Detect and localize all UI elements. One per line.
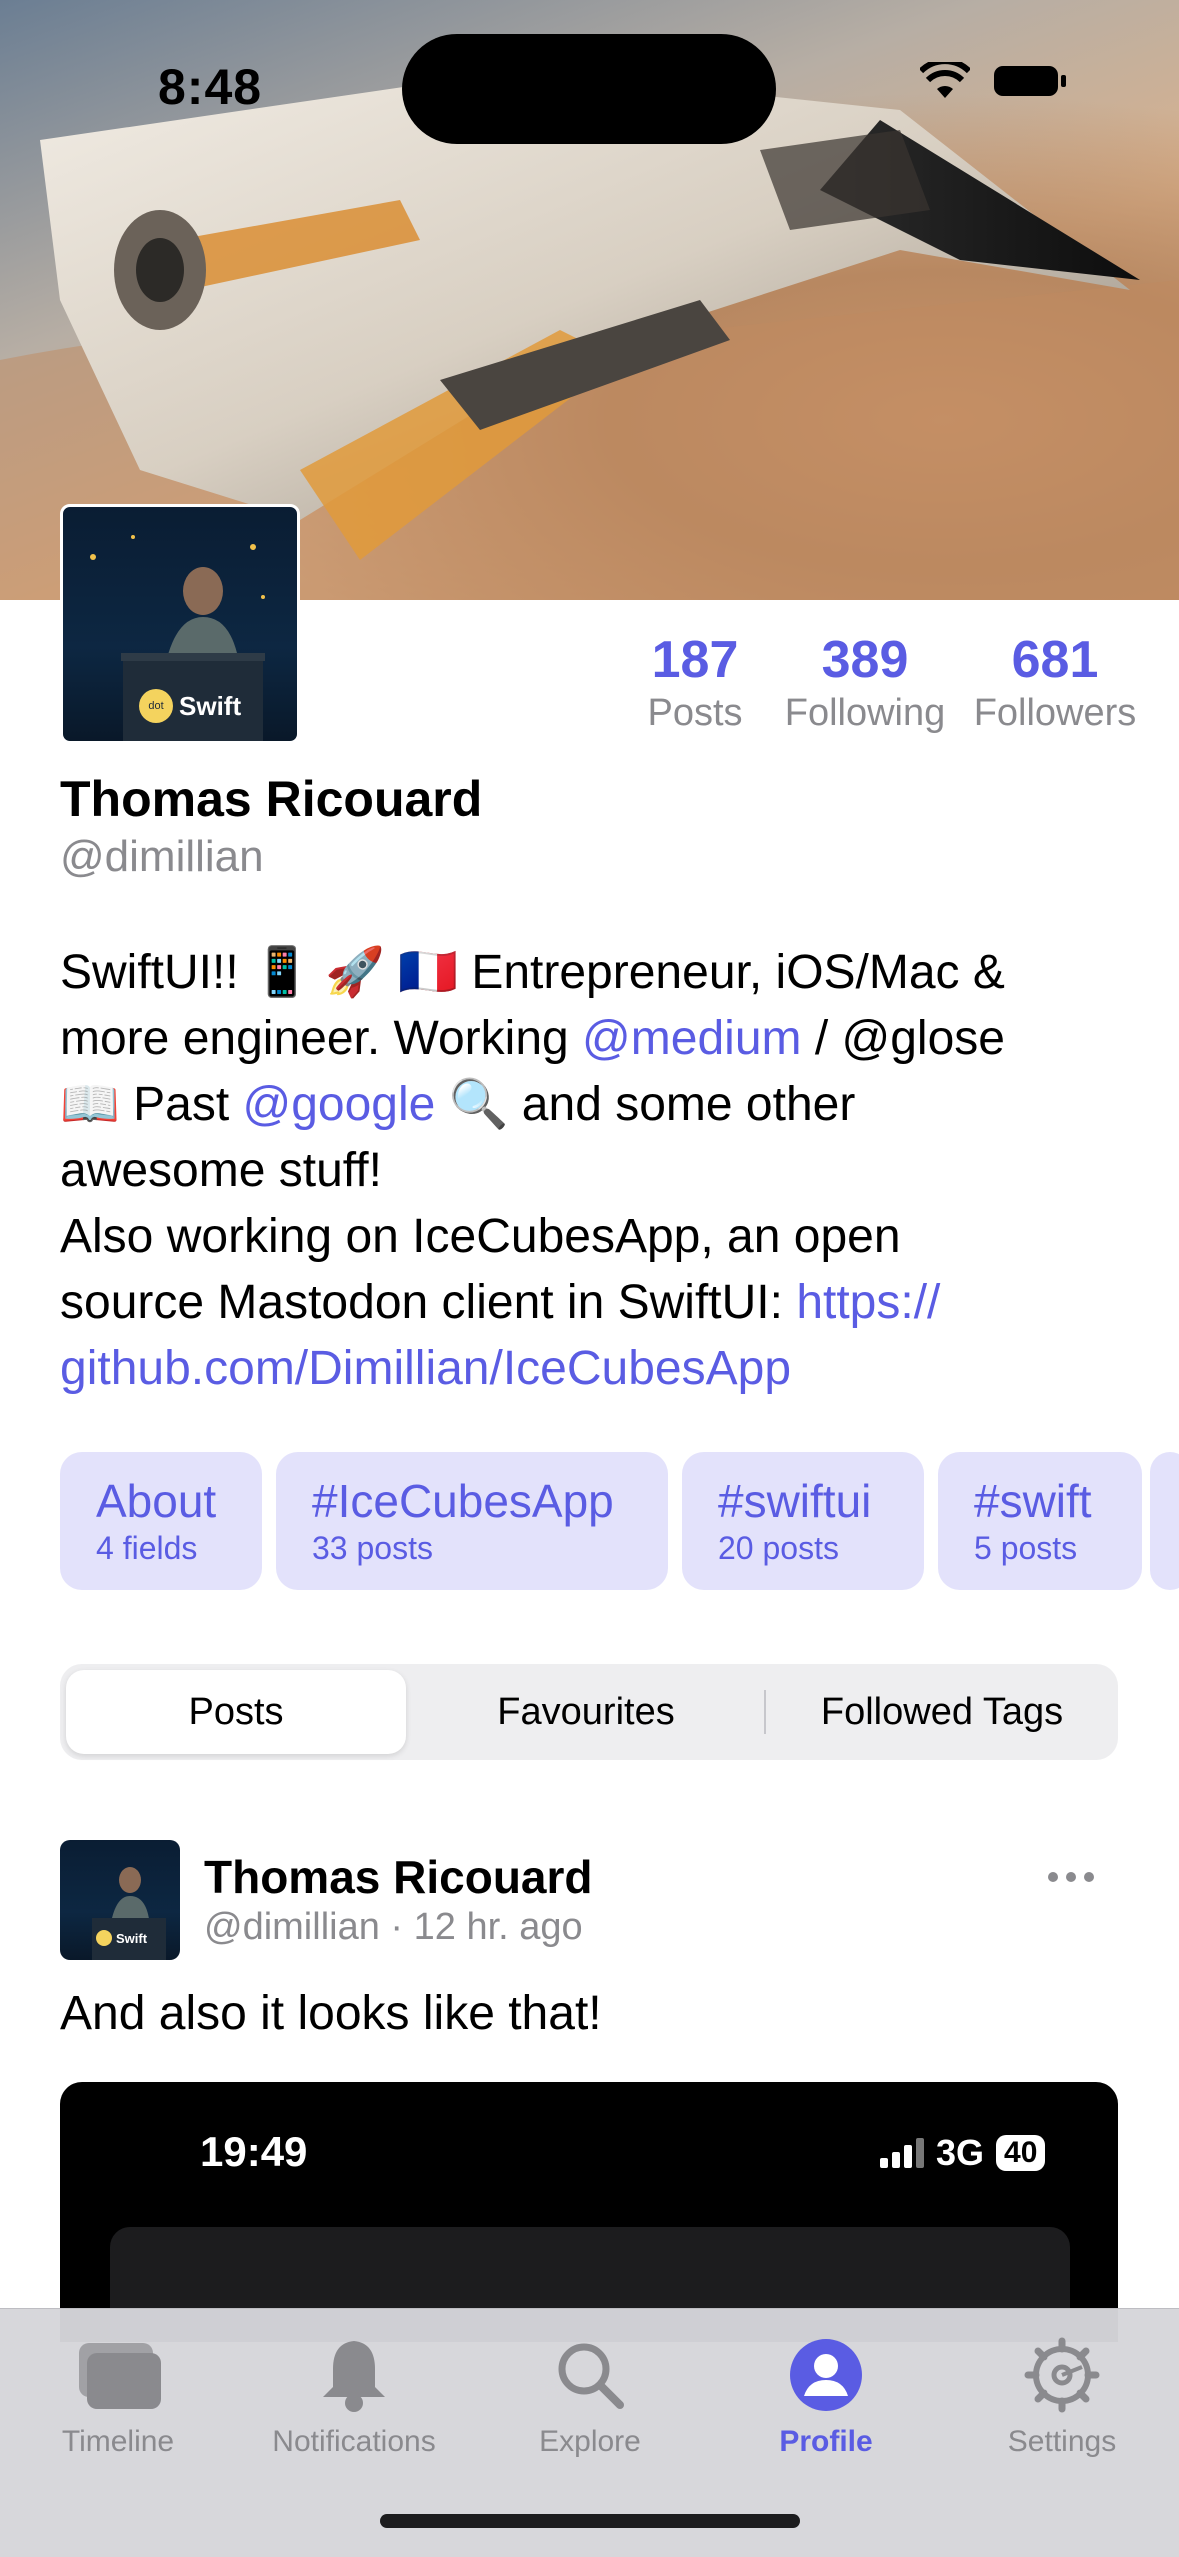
- media-battery: 40: [996, 2135, 1046, 2171]
- stat-following[interactable]: 389 Following: [770, 630, 960, 736]
- display-name: Thomas Ricouard: [60, 771, 483, 827]
- post-author-name[interactable]: Thomas Ricouard: [204, 1850, 593, 1904]
- profile-tabs-segmented-control: Posts Favourites Followed Tags: [60, 1664, 1118, 1760]
- home-indicator[interactable]: [380, 2514, 800, 2528]
- swift-caption: Swift: [179, 690, 242, 721]
- media-status-icons: 3G 40: [880, 2132, 1046, 2174]
- profile-avatar[interactable]: dot Swift: [60, 504, 300, 744]
- bio-line-2: more engineer. Working @medium / @glose: [60, 1006, 1120, 1072]
- chip-about[interactable]: About 4 fields: [60, 1452, 262, 1590]
- tab-label: Timeline: [61, 2425, 175, 2458]
- chip-title: #IceCubesApp: [312, 1475, 614, 1527]
- cellular-signal-icon: [880, 2138, 924, 2168]
- stat-posts-value: 187: [651, 631, 739, 689]
- search-icon: [558, 2343, 624, 2409]
- stat-posts[interactable]: 187 Posts: [620, 630, 770, 736]
- tab-settings[interactable]: Settings: [944, 2331, 1179, 2459]
- tab-label: Settings: [1007, 2425, 1117, 2458]
- bio-line-3: 📖 Past @google 🔍 and some other: [60, 1072, 1120, 1138]
- bio-line-1: SwiftUI!! 📱 🚀 🇫🇷 Entrepreneur, iOS/Mac &: [60, 946, 1005, 999]
- tab-label: Profile: [779, 2425, 873, 2458]
- bio-line-5: Also working on IceCubesApp, an open: [60, 1210, 901, 1263]
- bio-text: 📖 Past: [60, 1078, 243, 1131]
- profile-stats: 187 Posts 389 Following 681 Followers: [620, 630, 1150, 736]
- bio-text: / @glose: [801, 1012, 1005, 1065]
- bio-text: source Mastodon client in SwiftUI:: [60, 1276, 797, 1329]
- wifi-icon: [920, 62, 970, 98]
- mention-google-link[interactable]: @google: [242, 1078, 435, 1131]
- mention-medium-link[interactable]: @medium: [582, 1012, 801, 1065]
- post-meta: @dimillian · 12 hr. ago: [204, 1906, 583, 1948]
- tab-label: Explore: [539, 2425, 641, 2458]
- tab-label: Notifications: [272, 2425, 436, 2458]
- chip-subtitle: 4 fields: [96, 1530, 198, 1566]
- post-content: And also it looks like that!: [60, 1987, 602, 2040]
- bio-line-4: awesome stuff!: [60, 1144, 382, 1197]
- segment-divider: [764, 1690, 766, 1734]
- avatar-swift-badge: dot Swift: [139, 689, 241, 723]
- bio-text: more engineer. Working: [60, 1012, 583, 1065]
- segment-posts[interactable]: Posts: [66, 1664, 406, 1760]
- segment-followed-tags[interactable]: Followed Tags: [772, 1664, 1112, 1760]
- tab-timeline[interactable]: Timeline: [0, 2331, 236, 2459]
- segment-favourites[interactable]: Favourites: [416, 1664, 756, 1760]
- github-link-continued[interactable]: github.com/Dimillian/IceCubesApp: [60, 1336, 1120, 1402]
- bio-line-6: source Mastodon client in SwiftUI: https…: [60, 1270, 1120, 1336]
- chip-overflow-edge[interactable]: [1150, 1452, 1179, 1590]
- status-icons: [920, 62, 1066, 100]
- avatar-image: Swift: [92, 1867, 166, 1960]
- chip-tag-swiftui[interactable]: #swiftui 20 posts: [682, 1452, 924, 1590]
- post-media-image[interactable]: 19:49 3G 40: [60, 2082, 1118, 2342]
- chip-subtitle: 33 posts: [312, 1530, 433, 1566]
- stat-followers[interactable]: 681 Followers: [960, 630, 1150, 736]
- tab-profile[interactable]: Profile: [708, 2331, 944, 2459]
- profile-bio: SwiftUI!! 📱 🚀 🇫🇷 Entrepreneur, iOS/Mac &…: [60, 940, 1120, 1402]
- media-network: 3G: [936, 2132, 985, 2173]
- tab-notifications[interactable]: Notifications: [236, 2331, 472, 2459]
- stat-followers-value: 681: [1011, 631, 1099, 689]
- chip-title: #swift: [974, 1475, 1092, 1527]
- bio-text: 🔍 and some other: [435, 1078, 856, 1131]
- post-more-icon[interactable]: [1048, 1872, 1094, 1882]
- gear-icon: [1024, 2337, 1100, 2413]
- chip-subtitle: 20 posts: [718, 1530, 839, 1566]
- post-author-avatar[interactable]: Swift: [60, 1840, 180, 1960]
- stat-following-label: Following: [784, 692, 946, 734]
- profile-icon: [790, 2339, 862, 2411]
- stat-followers-label: Followers: [973, 692, 1137, 734]
- chip-tag-swift[interactable]: #swift 5 posts: [938, 1452, 1142, 1590]
- status-time: 8:48: [158, 59, 263, 115]
- chip-tag-icecubesapp[interactable]: #IceCubesApp 33 posts: [276, 1452, 668, 1590]
- stat-posts-label: Posts: [647, 692, 743, 734]
- timeline-icon: [79, 2343, 161, 2409]
- chip-title: About: [96, 1475, 217, 1527]
- profile-chips: About 4 fields #IceCubesApp 33 posts #sw…: [60, 1452, 1142, 1590]
- github-link[interactable]: https://: [796, 1276, 940, 1329]
- chip-title: #swiftui: [718, 1475, 872, 1527]
- bell-icon: [323, 2341, 385, 2412]
- svg-text:Swift: Swift: [116, 1931, 148, 1946]
- user-handle: @dimillian: [60, 832, 264, 881]
- chip-subtitle: 5 posts: [974, 1530, 1078, 1566]
- media-status-time: 19:49: [200, 2128, 308, 2175]
- stat-following-value: 389: [821, 631, 909, 689]
- dot-badge: dot: [139, 689, 173, 723]
- tab-explore[interactable]: Explore: [472, 2331, 708, 2459]
- dynamic-island: [402, 34, 776, 144]
- battery-icon: [994, 66, 1066, 96]
